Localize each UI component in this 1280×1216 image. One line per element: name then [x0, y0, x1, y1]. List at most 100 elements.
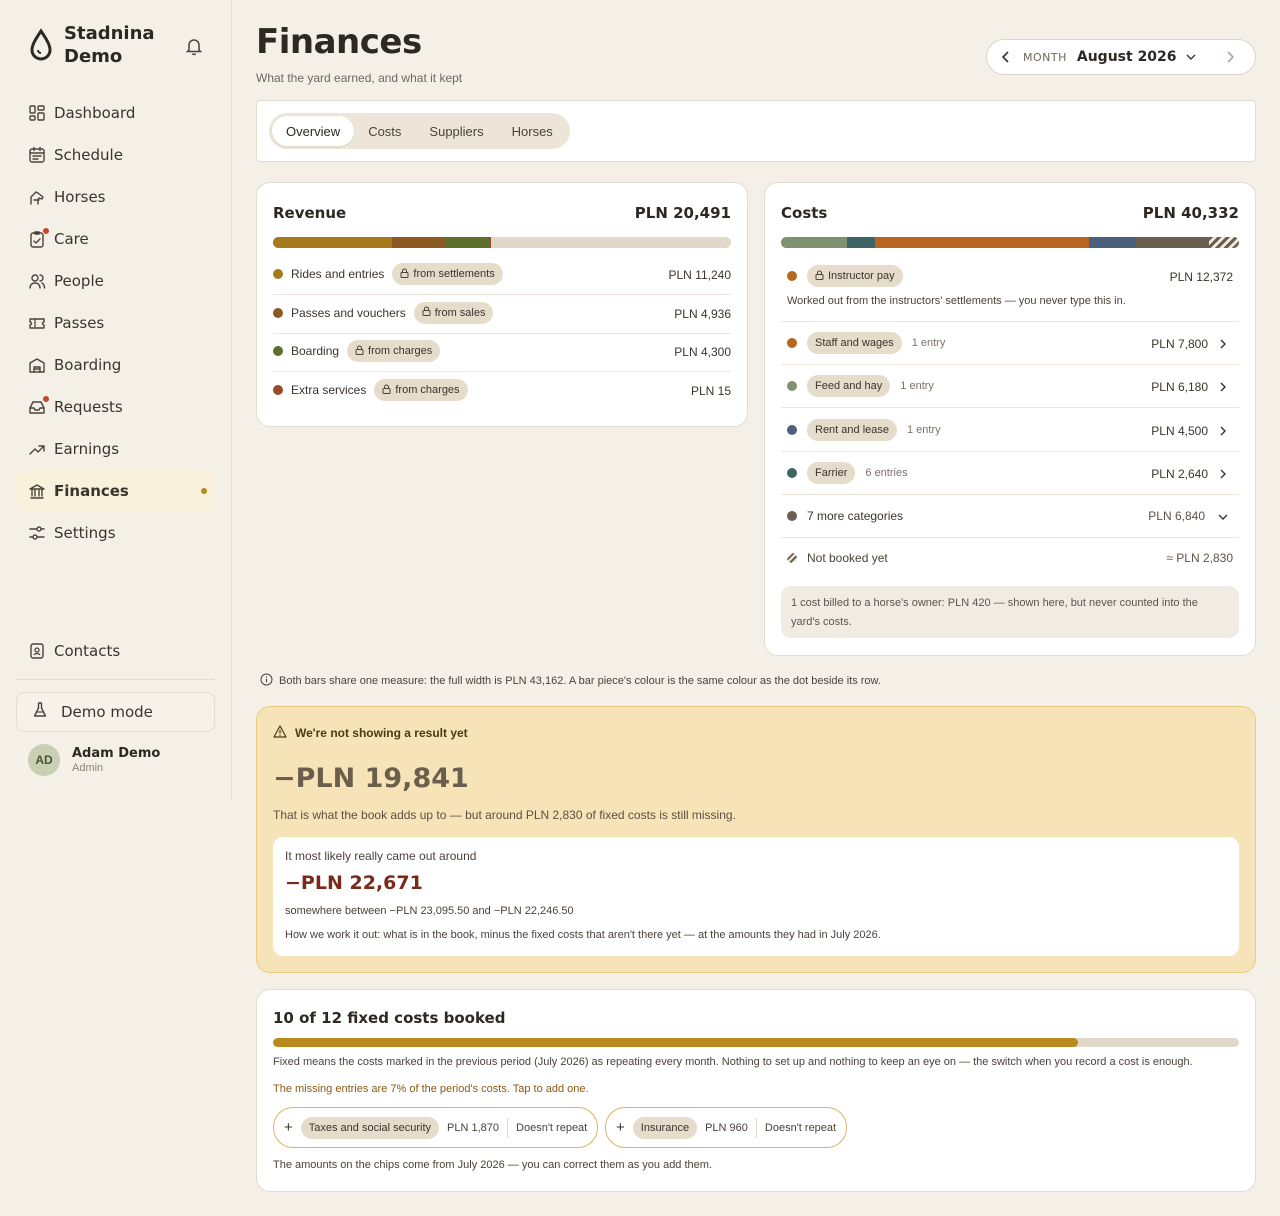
sidebar-item-dashboard[interactable]: Dashboard: [16, 92, 215, 134]
sidebar-item-passes[interactable]: Passes: [16, 302, 215, 344]
revenue-label: Boarding: [291, 344, 340, 359]
sidebar-item-label: Settings: [54, 524, 116, 542]
cost-chip: Taxes and social security: [300, 1116, 440, 1139]
chip-label: Feed and hay: [815, 380, 883, 393]
sidebar-item-schedule[interactable]: Schedule: [16, 134, 215, 176]
sidebar-item-horses[interactable]: Horses: [16, 176, 215, 218]
month-label: MONTH: [1023, 50, 1067, 64]
divider: [781, 321, 1239, 322]
chevron-down-icon[interactable]: [1185, 51, 1197, 63]
sidebar-item-label: Dashboard: [54, 104, 136, 122]
pill-repeat: Doesn't repeat: [764, 1121, 837, 1134]
sidebar-item-label: Finances: [54, 482, 129, 500]
entry-count: 1 entry: [900, 380, 934, 393]
chip-label: Taxes and social security: [308, 1121, 432, 1134]
tab-overview[interactable]: Overview: [272, 116, 355, 146]
user-name: Adam Demo: [72, 746, 161, 761]
sidebar-item-label: Contacts: [54, 642, 121, 660]
chevron-right-icon[interactable]: [1217, 337, 1229, 355]
user-profile[interactable]: AD Adam Demo Admin: [28, 744, 160, 776]
unbooked-label: Not booked yet: [807, 551, 888, 565]
bank-icon: [28, 482, 46, 500]
notifications-bell-icon[interactable]: [184, 36, 204, 61]
page-title: Finances: [256, 22, 422, 62]
costs-card: Costs PLN 40,332 Instructor pay PLN 12,3…: [764, 182, 1256, 656]
more-label: 7 more categories: [807, 509, 904, 523]
demo-mode-button[interactable]: Demo mode: [16, 692, 215, 732]
tab-costs[interactable]: Costs: [354, 116, 415, 146]
fixed-costs-card: 10 of 12 fixed costs booked Fixed means …: [256, 989, 1256, 1192]
entry-count: 6 entries: [865, 467, 908, 480]
sidebar-nav: Dashboard Schedule Horses Care People Passes B…: [16, 92, 215, 554]
sidebar-item-people[interactable]: People: [16, 260, 215, 302]
chip-label: Insurance: [640, 1121, 690, 1134]
warning-text: We're not showing a result yet: [295, 726, 468, 740]
lock-icon: [815, 270, 824, 283]
result-warning: We're not showing a result yet: [273, 725, 468, 741]
revenue-row: Rides and entries from settlements: [273, 263, 503, 285]
chevron-right-icon[interactable]: [1217, 380, 1229, 398]
cost-row[interactable]: Feed and hay 1 entry: [787, 375, 934, 398]
scale-note: Both bars share one measure: the full wi…: [260, 673, 881, 689]
billed-note: 1 cost billed to a horse's owner: PLN 42…: [781, 586, 1239, 638]
sidebar-item-finances[interactable]: Finances: [16, 470, 215, 512]
cost-chip: Instructor pay: [807, 265, 903, 287]
book-note: That is what the book adds up to — but a…: [273, 808, 736, 822]
fixed-title: 10 of 12 fixed costs booked: [273, 1009, 506, 1027]
divider: [16, 679, 215, 680]
sidebar-item-settings[interactable]: Settings: [16, 512, 215, 554]
fixed-footer: The amounts on the chips come from July …: [273, 1159, 712, 1171]
revenue-card: Revenue PLN 20,491 Rides and entries from…: [256, 182, 748, 427]
divider: [781, 494, 1239, 496]
sidebar-item-boarding[interactable]: Boarding: [16, 344, 215, 386]
revenue-bar: [273, 237, 731, 248]
chevron-right-icon[interactable]: [1217, 467, 1229, 485]
chip-label: from settlements: [413, 268, 495, 280]
chip-label: from charges: [368, 345, 433, 358]
chip-label: from charges: [395, 384, 460, 397]
chevron-left-icon[interactable]: [999, 50, 1013, 64]
month-value[interactable]: August 2026: [1077, 49, 1177, 65]
sidebar-item-care[interactable]: Care: [16, 218, 215, 260]
sidebar: Stadnina Demo Dashboard Schedule Horses Car…: [0, 0, 232, 800]
drop-logo-icon: [30, 28, 52, 61]
chevron-right-icon[interactable]: [1223, 50, 1237, 64]
cost-row[interactable]: Rent and lease 1 entry: [787, 418, 941, 441]
cost-row[interactable]: Farrier 6 entries: [787, 462, 908, 485]
revenue-amount: PLN 4,300: [674, 345, 731, 360]
cost-row-instructor-pay: Instructor pay: [787, 265, 903, 287]
chevron-down-icon[interactable]: [1217, 510, 1229, 528]
fixed-missing-link[interactable]: The missing entries are 7% of the period…: [273, 1083, 589, 1095]
sidebar-item-contacts[interactable]: Contacts: [16, 630, 215, 672]
pill-amount: PLN 960: [705, 1121, 748, 1134]
divider: [781, 537, 1239, 538]
divider: [273, 294, 731, 295]
sidebar-item-label: Care: [54, 230, 89, 248]
cost-row[interactable]: Staff and wages 1 entry: [787, 332, 945, 354]
sidebar-item-earnings[interactable]: Earnings: [16, 428, 215, 470]
revenue-label: Passes and vouchers: [291, 305, 406, 320]
cost-dot: [787, 468, 797, 479]
add-fixed-cost-pill[interactable]: + Insurance PLN 960 Doesn't repeat: [605, 1107, 848, 1148]
cost-row-more[interactable]: 7 more categories: [787, 509, 903, 523]
divider: [781, 364, 1239, 365]
tab-suppliers[interactable]: Suppliers: [415, 116, 497, 146]
calendar-icon: [28, 146, 46, 164]
costs-bar-segment: [781, 237, 847, 248]
brand[interactable]: Stadnina Demo: [28, 22, 160, 68]
revenue-dot: [273, 307, 283, 318]
costs-bar-segment: [1136, 237, 1209, 248]
sidebar-item-label: Schedule: [54, 146, 123, 164]
costs-bar-segment: [1208, 237, 1239, 248]
ticket-icon: [28, 314, 46, 332]
add-fixed-cost-pill[interactable]: + Taxes and social security PLN 1,870 Doesn…: [273, 1107, 599, 1148]
tab-horses[interactable]: Horses: [498, 116, 567, 146]
chevron-right-icon[interactable]: [1217, 424, 1229, 442]
chip-label: from sales: [434, 306, 486, 319]
plus-icon: +: [616, 1119, 625, 1136]
source-chip: from charges: [347, 340, 441, 363]
sidebar-item-label: People: [54, 272, 104, 290]
revenue-amount: PLN 15: [690, 384, 731, 399]
sidebar-item-requests[interactable]: Requests: [16, 386, 215, 428]
cost-chip: Farrier: [807, 462, 856, 485]
